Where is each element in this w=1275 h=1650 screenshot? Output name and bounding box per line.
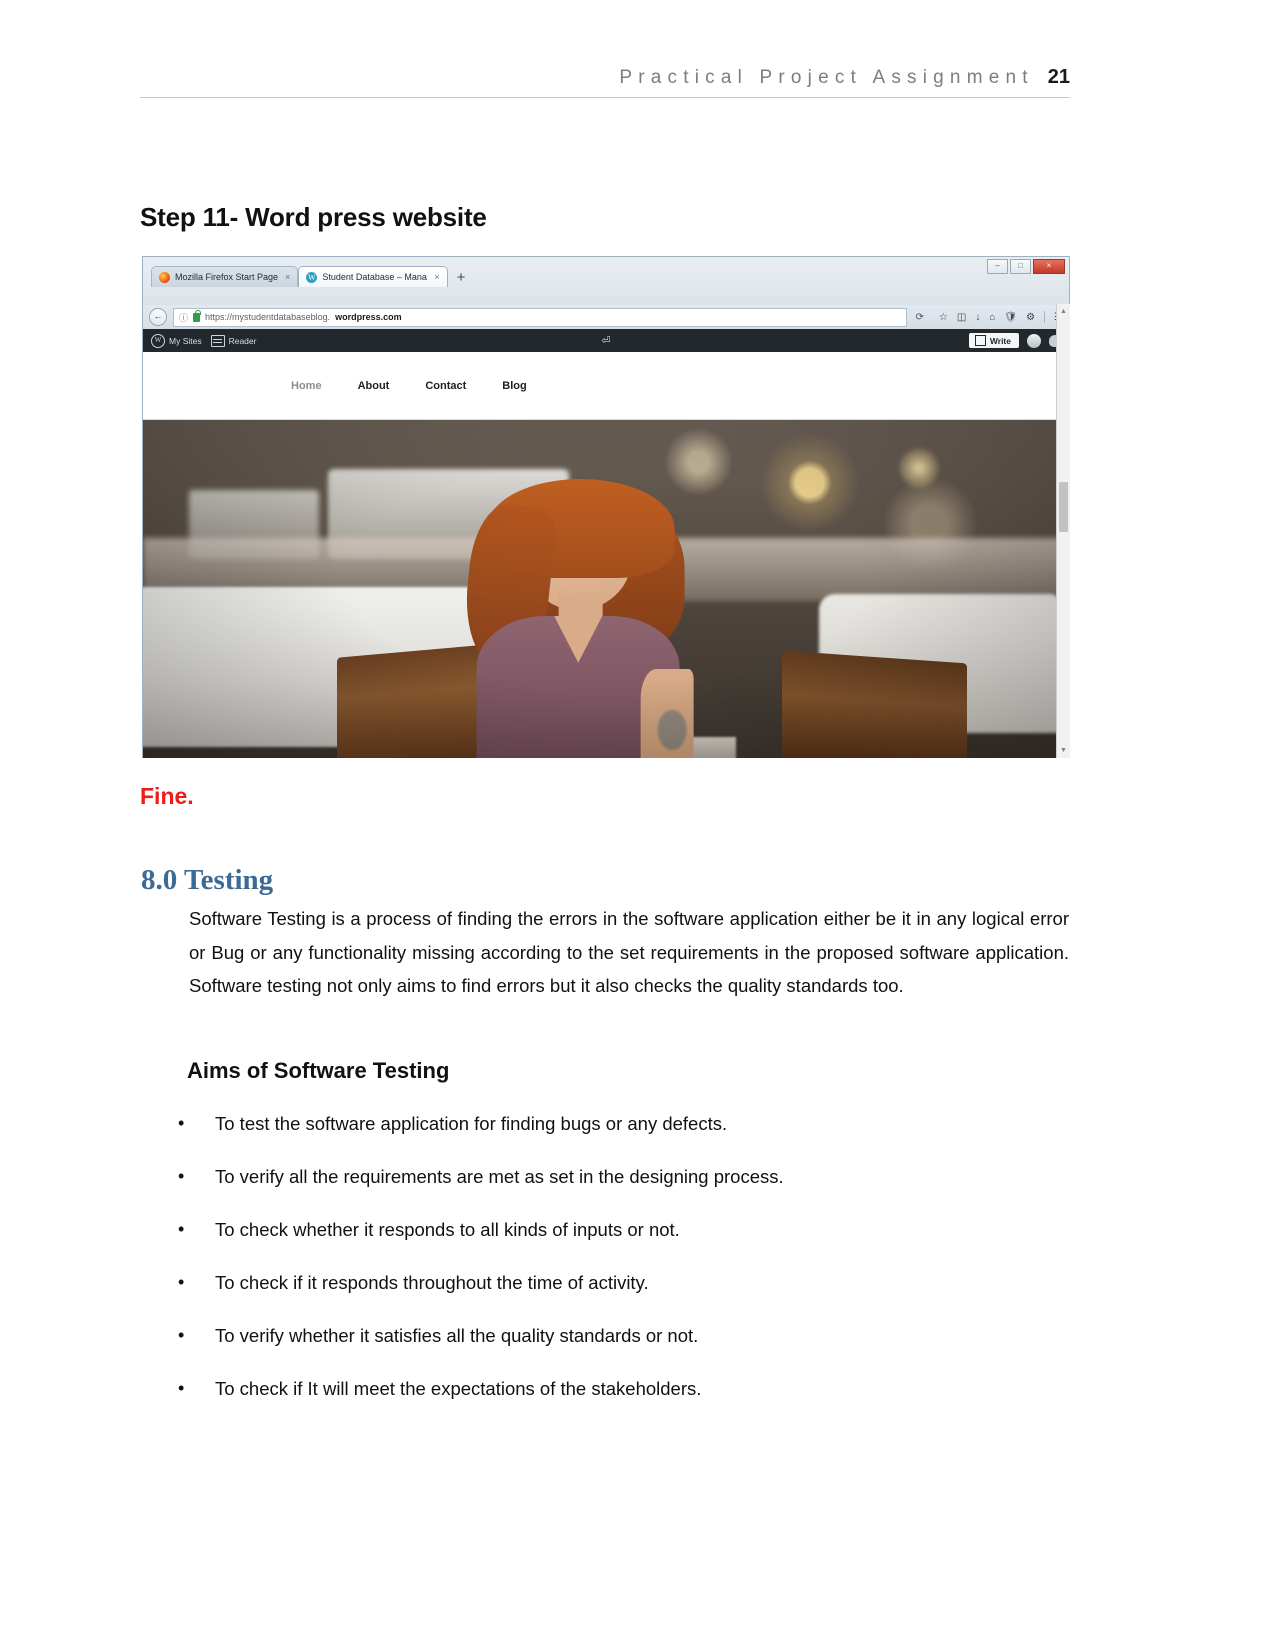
reader-label: Reader (228, 335, 257, 346)
tab-label: Student Database – Manage (322, 272, 428, 282)
wordpress-logo-icon (151, 333, 165, 348)
document-page: Practical Project Assignment 21 Step 11-… (0, 0, 1275, 1650)
firefox-icon (159, 271, 170, 283)
step-heading: Step 11- Word press website (140, 202, 487, 232)
url-text: https://mystudentdatabaseblog. (205, 312, 331, 322)
my-sites-label: My Sites (169, 335, 202, 346)
sync-icon[interactable]: ⚙ (1026, 312, 1035, 323)
list-item: To verify whether it satisfies all the q… (174, 1323, 1064, 1348)
close-window-button[interactable]: × (1033, 259, 1065, 274)
aims-heading: Aims of Software Testing (187, 1058, 450, 1083)
page-number: 21 (1047, 66, 1070, 88)
list-item: To test the software application for fin… (174, 1111, 1064, 1136)
nav-item-blog[interactable]: Blog (502, 380, 526, 392)
aims-list: To test the software application for fin… (174, 1111, 1064, 1430)
fine-annotation: Fine. (140, 783, 194, 809)
window-controls: – □ × (987, 259, 1065, 274)
nav-item-about[interactable]: About (358, 380, 390, 392)
home-icon[interactable]: ⌂ (989, 312, 995, 323)
browser-navigation-bar: ← ⓘ https://mystudentdatabaseblog. wordpr… (142, 305, 1070, 329)
vignette (143, 420, 1069, 758)
scroll-down-icon[interactable]: ▼ (1059, 746, 1068, 755)
reload-icon[interactable]: ⟳ (913, 312, 927, 323)
lock-icon (193, 309, 201, 322)
reader-list-icon (210, 334, 225, 347)
browser-toolbar-icons: ☆ ◫ ↓ ⌂ 🛡 ⚙ ☰ (933, 311, 1063, 323)
browser-tab-firefox-start[interactable]: Mozilla Firefox Start Page × (151, 266, 299, 287)
list-item: To check if it responds throughout the t… (174, 1270, 1064, 1295)
browser-tabstrip: Mozilla Firefox Start Page × Student Dat… (151, 265, 474, 287)
reader-icon[interactable]: ◫ (957, 312, 966, 323)
toolbar-divider (1044, 311, 1046, 323)
scroll-up-icon[interactable]: ▲ (1059, 307, 1068, 316)
shield-icon[interactable]: 🛡 (1004, 312, 1017, 323)
new-tab-button[interactable]: + (448, 269, 475, 287)
wordpress-site-header: Home About Contact Blog (142, 352, 1070, 420)
maximize-button[interactable]: □ (1010, 259, 1031, 274)
admin-bar-reader[interactable]: Reader (210, 334, 257, 347)
close-icon[interactable]: × (434, 272, 439, 282)
nav-item-home[interactable]: Home (291, 380, 322, 392)
write-button[interactable]: Write (968, 333, 1019, 348)
star-icon[interactable]: ☆ (939, 312, 948, 323)
hero-image (142, 420, 1070, 758)
minimize-button[interactable]: – (987, 259, 1008, 274)
close-icon[interactable]: × (285, 272, 290, 282)
list-item: To check if It will meet the expectation… (174, 1376, 1064, 1401)
info-icon[interactable]: ⓘ (179, 311, 188, 324)
url-domain: wordpress.com (335, 312, 402, 322)
hero-illustration (143, 420, 1069, 758)
back-icon[interactable]: ← (149, 308, 167, 326)
download-icon[interactable]: ↓ (975, 312, 980, 323)
browser-titlebar: Mozilla Firefox Start Page × Student Dat… (142, 256, 1070, 305)
browser-tab-student-database[interactable]: Student Database – Manage × (298, 266, 448, 287)
header-title: Practical Project Assignment (619, 67, 1034, 88)
browser-scrollbar[interactable]: ▲ ▼ (1056, 304, 1070, 758)
scrollbar-thumb[interactable] (1059, 482, 1068, 532)
admin-bar-right-group: Write (968, 333, 1061, 348)
browser-screenshot-figure: Mozilla Firefox Start Page × Student Dat… (142, 256, 1070, 758)
testing-paragraph: Software Testing is a process of finding… (189, 908, 1069, 996)
nav-item-contact[interactable]: Contact (425, 380, 466, 392)
page-header: Practical Project Assignment 21 (140, 66, 1070, 98)
admin-bar-my-sites[interactable]: My Sites (151, 333, 202, 348)
admin-bar-center-icon: ⏎ (601, 335, 611, 347)
address-bar[interactable]: ⓘ https://mystudentdatabaseblog. wordpres… (173, 307, 907, 327)
pencil-icon (974, 335, 986, 346)
list-item: To check whether it responds to all kind… (174, 1217, 1064, 1242)
section-heading-testing: 8.0 Testing (141, 864, 274, 896)
avatar[interactable] (1027, 333, 1041, 348)
wordpress-icon (306, 271, 318, 283)
wordpress-admin-bar: My Sites Reader ⏎ Write (142, 329, 1070, 352)
tab-label: Mozilla Firefox Start Page (175, 272, 279, 282)
site-navigation: Home About Contact Blog (291, 380, 527, 392)
write-label: Write (989, 335, 1011, 346)
list-item: To verify all the requirements are met a… (174, 1164, 1064, 1189)
